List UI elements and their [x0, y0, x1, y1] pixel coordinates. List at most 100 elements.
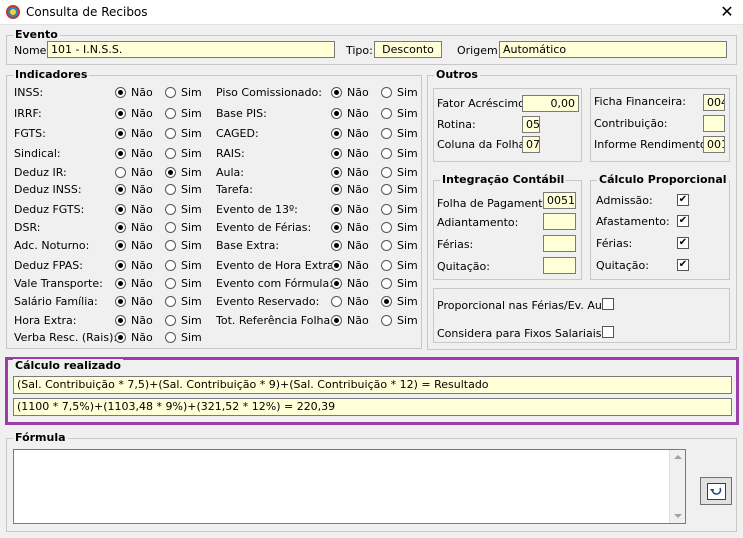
indicador-sim-radio[interactable] — [165, 167, 176, 178]
indicador-nao-radio[interactable] — [331, 296, 342, 307]
indicador-nao-radio[interactable] — [331, 222, 342, 233]
indicador-sim-label: Sim — [181, 203, 202, 216]
indicador-sim-label: Sim — [397, 86, 418, 99]
indicador-nao-radio[interactable] — [115, 87, 126, 98]
indicador-label: RAIS: — [216, 147, 245, 160]
indicador-sim-radio[interactable] — [381, 222, 392, 233]
calculo-proporcional-checkbox[interactable] — [677, 259, 689, 271]
indicador-nao-radio[interactable] — [331, 278, 342, 289]
close-button[interactable]: ✕ — [716, 2, 738, 22]
indicador-sim-radio[interactable] — [381, 148, 392, 159]
indicador-nao-label: Não — [347, 203, 369, 216]
calculo-formula-field[interactable]: (Sal. Contribuição * 7,5)+(Sal. Contribu… — [13, 376, 732, 394]
indicador-nao-radio[interactable] — [115, 184, 126, 195]
rotina-field[interactable]: 05 — [522, 116, 540, 133]
indicador-nao-radio[interactable] — [331, 108, 342, 119]
folha-pagamento-field[interactable]: 0051 — [543, 192, 576, 209]
indicador-nao-radio[interactable] — [115, 315, 126, 326]
indicador-sim-radio[interactable] — [165, 184, 176, 195]
indicador-sim-radio[interactable] — [165, 222, 176, 233]
indicador-sim-radio[interactable] — [381, 87, 392, 98]
indicador-nao-radio[interactable] — [331, 260, 342, 271]
indicador-nao-radio[interactable] — [331, 315, 342, 326]
indicador-sim-radio[interactable] — [165, 204, 176, 215]
formula-scrollbar[interactable] — [669, 450, 685, 523]
indicador-sim-radio[interactable] — [381, 278, 392, 289]
indicador-nao-radio[interactable] — [331, 87, 342, 98]
indicador-label: Aula: — [216, 166, 244, 179]
indicador-sim-label: Sim — [181, 183, 202, 196]
indicador-nao-radio[interactable] — [115, 108, 126, 119]
indicador-nao-radio[interactable] — [115, 240, 126, 251]
indicador-sim-radio[interactable] — [165, 296, 176, 307]
ficha-label: Ficha Financeira: — [594, 95, 686, 108]
ficha-field[interactable]: 004 — [703, 94, 725, 111]
ferias-integ-field[interactable] — [543, 235, 576, 252]
indicador-nao-radio[interactable] — [331, 240, 342, 251]
indicador-sim-radio[interactable] — [165, 128, 176, 139]
calculo-realizado-group-label: Cálculo realizado — [13, 359, 123, 373]
formula-textarea[interactable] — [13, 449, 686, 524]
indicador-nao-radio[interactable] — [115, 148, 126, 159]
indicador-sim-radio[interactable] — [381, 240, 392, 251]
indicador-sim-radio[interactable] — [165, 148, 176, 159]
indicador-label: Evento de Hora Extra: — [216, 259, 338, 272]
undo-button[interactable] — [700, 477, 732, 505]
indicador-nao-radio[interactable] — [331, 167, 342, 178]
indicador-sim-radio[interactable] — [165, 260, 176, 271]
indicador-nao-radio[interactable] — [115, 278, 126, 289]
indicador-nao-radio[interactable] — [331, 184, 342, 195]
proporcional-ferias-aula-checkbox[interactable] — [602, 298, 614, 310]
nome-field[interactable]: 101 - I.N.S.S. — [47, 41, 335, 58]
indicador-sim-radio[interactable] — [165, 332, 176, 343]
indicador-nao-label: Não — [347, 107, 369, 120]
indicador-sim-radio[interactable] — [381, 184, 392, 195]
indicador-sim-radio[interactable] — [165, 240, 176, 251]
origem-field[interactable]: Automático — [499, 41, 727, 58]
indicador-nao-radio[interactable] — [331, 128, 342, 139]
indicador-label: Evento com Fórmula: — [216, 277, 333, 290]
indicador-nao-radio[interactable] — [115, 204, 126, 215]
indicador-sim-radio[interactable] — [165, 315, 176, 326]
coluna-field[interactable]: 07 — [522, 136, 540, 153]
indicador-label: Piso Comissionado: — [216, 86, 322, 99]
indicador-nao-radio[interactable] — [115, 260, 126, 271]
informe-field[interactable]: 001 — [703, 136, 725, 153]
calculo-proporcional-checkbox[interactable] — [677, 237, 689, 249]
adiantamento-field[interactable] — [543, 213, 576, 230]
indicador-sim-radio[interactable] — [381, 128, 392, 139]
indicador-sim-radio[interactable] — [165, 278, 176, 289]
indicador-sim-radio[interactable] — [381, 167, 392, 178]
indicador-sim-radio[interactable] — [381, 108, 392, 119]
indicador-nao-radio[interactable] — [331, 204, 342, 215]
indicador-sim-radio[interactable] — [165, 108, 176, 119]
indicador-nao-label: Não — [347, 239, 369, 252]
calculo-result-field[interactable]: (1100 * 7,5%)+(1103,48 * 9%)+(321,52 * 1… — [13, 398, 732, 416]
title-bar: Consulta de Recibos ✕ — [0, 0, 743, 25]
indicador-nao-radio[interactable] — [115, 332, 126, 343]
indicador-nao-radio[interactable] — [115, 222, 126, 233]
quitacao-integ-field[interactable] — [543, 257, 576, 274]
evento-group-label: Evento — [13, 28, 60, 42]
indicador-label: Tot. Referência Folha: — [216, 314, 334, 327]
indicador-sim-label: Sim — [397, 277, 418, 290]
tipo-field[interactable]: Desconto — [374, 41, 442, 58]
contribuicao-field[interactable] — [703, 115, 725, 132]
indicador-sim-label: Sim — [181, 331, 202, 344]
fixos-salariais-checkbox[interactable] — [602, 326, 614, 338]
indicador-sim-radio[interactable] — [381, 204, 392, 215]
indicador-sim-label: Sim — [397, 221, 418, 234]
calculo-proporcional-checkbox[interactable] — [677, 215, 689, 227]
calculo-proporcional-checkbox[interactable] — [677, 194, 689, 206]
indicador-sim-radio[interactable] — [165, 87, 176, 98]
indicador-nao-radio[interactable] — [331, 148, 342, 159]
formula-text — [14, 450, 685, 454]
indicador-nao-radio[interactable] — [115, 128, 126, 139]
indicador-nao-radio[interactable] — [115, 167, 126, 178]
indicador-sim-radio[interactable] — [381, 296, 392, 307]
indicador-nao-label: Não — [131, 259, 153, 272]
indicador-sim-radio[interactable] — [381, 260, 392, 271]
indicador-nao-radio[interactable] — [115, 296, 126, 307]
indicador-sim-radio[interactable] — [381, 315, 392, 326]
fator-field[interactable]: 0,00 — [522, 95, 579, 112]
